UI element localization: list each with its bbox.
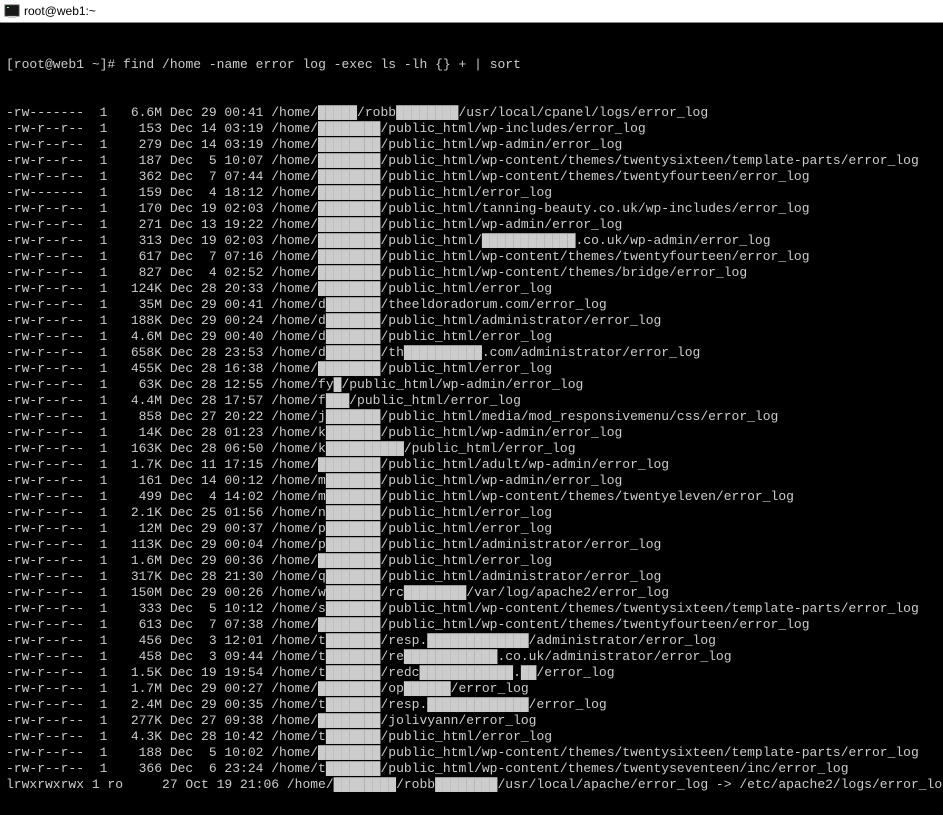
ls-row: -rw-r--r-- 1 456 Dec 3 12:01 /home/t████… (6, 633, 937, 649)
ls-row: -rw-r--r-- 1 499 Dec 4 14:02 /home/m████… (6, 489, 937, 505)
ls-row: -rw-r--r-- 1 617 Dec 7 07:16 /home/█████… (6, 249, 937, 265)
ls-row: -rw-r--r-- 1 313 Dec 19 02:03 /home/████… (6, 233, 937, 249)
ls-row: -rw-r--r-- 1 317K Dec 28 21:30 /home/q██… (6, 569, 937, 585)
terminal-output[interactable]: [root@web1 ~]# find /home -name error lo… (0, 23, 943, 815)
prompt: [root@web1 ~]# (6, 57, 123, 72)
ls-row: -rw-r--r-- 1 35M Dec 29 00:41 /home/d███… (6, 297, 937, 313)
ls-row: lrwxrwxrwx 1 ro 27 Oct 19 21:06 /home/██… (6, 777, 937, 793)
ls-row: -rw-r--r-- 1 4.4M Dec 28 17:57 /home/f██… (6, 393, 937, 409)
putty-icon (4, 3, 20, 19)
ls-row: -rw-r--r-- 1 4.6M Dec 29 00:40 /home/d██… (6, 329, 937, 345)
ls-row: -rw-r--r-- 1 170 Dec 19 02:03 /home/████… (6, 201, 937, 217)
ls-row: -rw-r--r-- 1 2.4M Dec 29 00:35 /home/t██… (6, 697, 937, 713)
ls-row: -rw-r--r-- 1 1.7K Dec 11 17:15 /home/███… (6, 457, 937, 473)
ls-row: -rw-r--r-- 1 1.5K Dec 19 19:54 /home/t██… (6, 665, 937, 681)
ls-row: -rw-r--r-- 1 163K Dec 28 06:50 /home/k██… (6, 441, 937, 457)
ls-row: -rw-r--r-- 1 153 Dec 14 03:19 /home/████… (6, 121, 937, 137)
ls-row: -rw-r--r-- 1 188K Dec 29 00:24 /home/d██… (6, 313, 937, 329)
ls-row: -rw-r--r-- 1 187 Dec 5 10:07 /home/█████… (6, 153, 937, 169)
ls-row: -rw-r--r-- 1 279 Dec 14 03:19 /home/████… (6, 137, 937, 153)
ls-row: -rw-r--r-- 1 858 Dec 27 20:22 /home/j███… (6, 409, 937, 425)
prompt-line: [root@web1 ~]# find /home -name error lo… (6, 57, 937, 73)
ls-row: -rw------- 1 6.6M Dec 29 00:41 /home/███… (6, 105, 937, 121)
ls-row: -rw-r--r-- 1 658K Dec 28 23:53 /home/d██… (6, 345, 937, 361)
ls-row: -rw-r--r-- 1 14K Dec 28 01:23 /home/k███… (6, 425, 937, 441)
ls-row: -rw-r--r-- 1 63K Dec 28 12:55 /home/fy█/… (6, 377, 937, 393)
ls-row: -rw-r--r-- 1 188 Dec 5 10:02 /home/█████… (6, 745, 937, 761)
ls-row: -rw-r--r-- 1 150M Dec 29 00:26 /home/w██… (6, 585, 937, 601)
ls-row: -rw-r--r-- 1 113K Dec 29 00:04 /home/p██… (6, 537, 937, 553)
ls-row: -rw------- 1 159 Dec 4 18:12 /home/█████… (6, 185, 937, 201)
ls-row: -rw-r--r-- 1 333 Dec 5 10:12 /home/s████… (6, 601, 937, 617)
ls-row: -rw-r--r-- 1 4.3K Dec 28 10:42 /home/t██… (6, 729, 937, 745)
ls-row: -rw-r--r-- 1 277K Dec 27 09:38 /home/███… (6, 713, 937, 729)
command-text: find /home -name error log -exec ls -lh … (123, 57, 521, 72)
ls-row: -rw-r--r-- 1 161 Dec 14 00:12 /home/m███… (6, 473, 937, 489)
window-title: root@web1:~ (24, 0, 96, 22)
ls-row: -rw-r--r-- 1 458 Dec 3 09:44 /home/t████… (6, 649, 937, 665)
ls-row: -rw-r--r-- 1 613 Dec 7 07:38 /home/█████… (6, 617, 937, 633)
ls-row: -rw-r--r-- 1 2.1K Dec 25 01:56 /home/n██… (6, 505, 937, 521)
ls-row: -rw-r--r-- 1 12M Dec 29 00:37 /home/p███… (6, 521, 937, 537)
ls-row: -rw-r--r-- 1 455K Dec 28 16:38 /home/███… (6, 361, 937, 377)
ls-row: -rw-r--r-- 1 366 Dec 6 23:24 /home/t████… (6, 761, 937, 777)
ls-row: -rw-r--r-- 1 827 Dec 4 02:52 /home/█████… (6, 265, 937, 281)
ls-row: -rw-r--r-- 1 362 Dec 7 07:44 /home/█████… (6, 169, 937, 185)
ls-row: -rw-r--r-- 1 1.6M Dec 29 00:36 /home/███… (6, 553, 937, 569)
ls-row: -rw-r--r-- 1 271 Dec 13 19:22 /home/████… (6, 217, 937, 233)
ls-row: -rw-r--r-- 1 124K Dec 28 20:33 /home/███… (6, 281, 937, 297)
window-titlebar[interactable]: root@web1:~ (0, 0, 943, 23)
ls-row: -rw-r--r-- 1 1.7M Dec 29 00:27 /home/███… (6, 681, 937, 697)
